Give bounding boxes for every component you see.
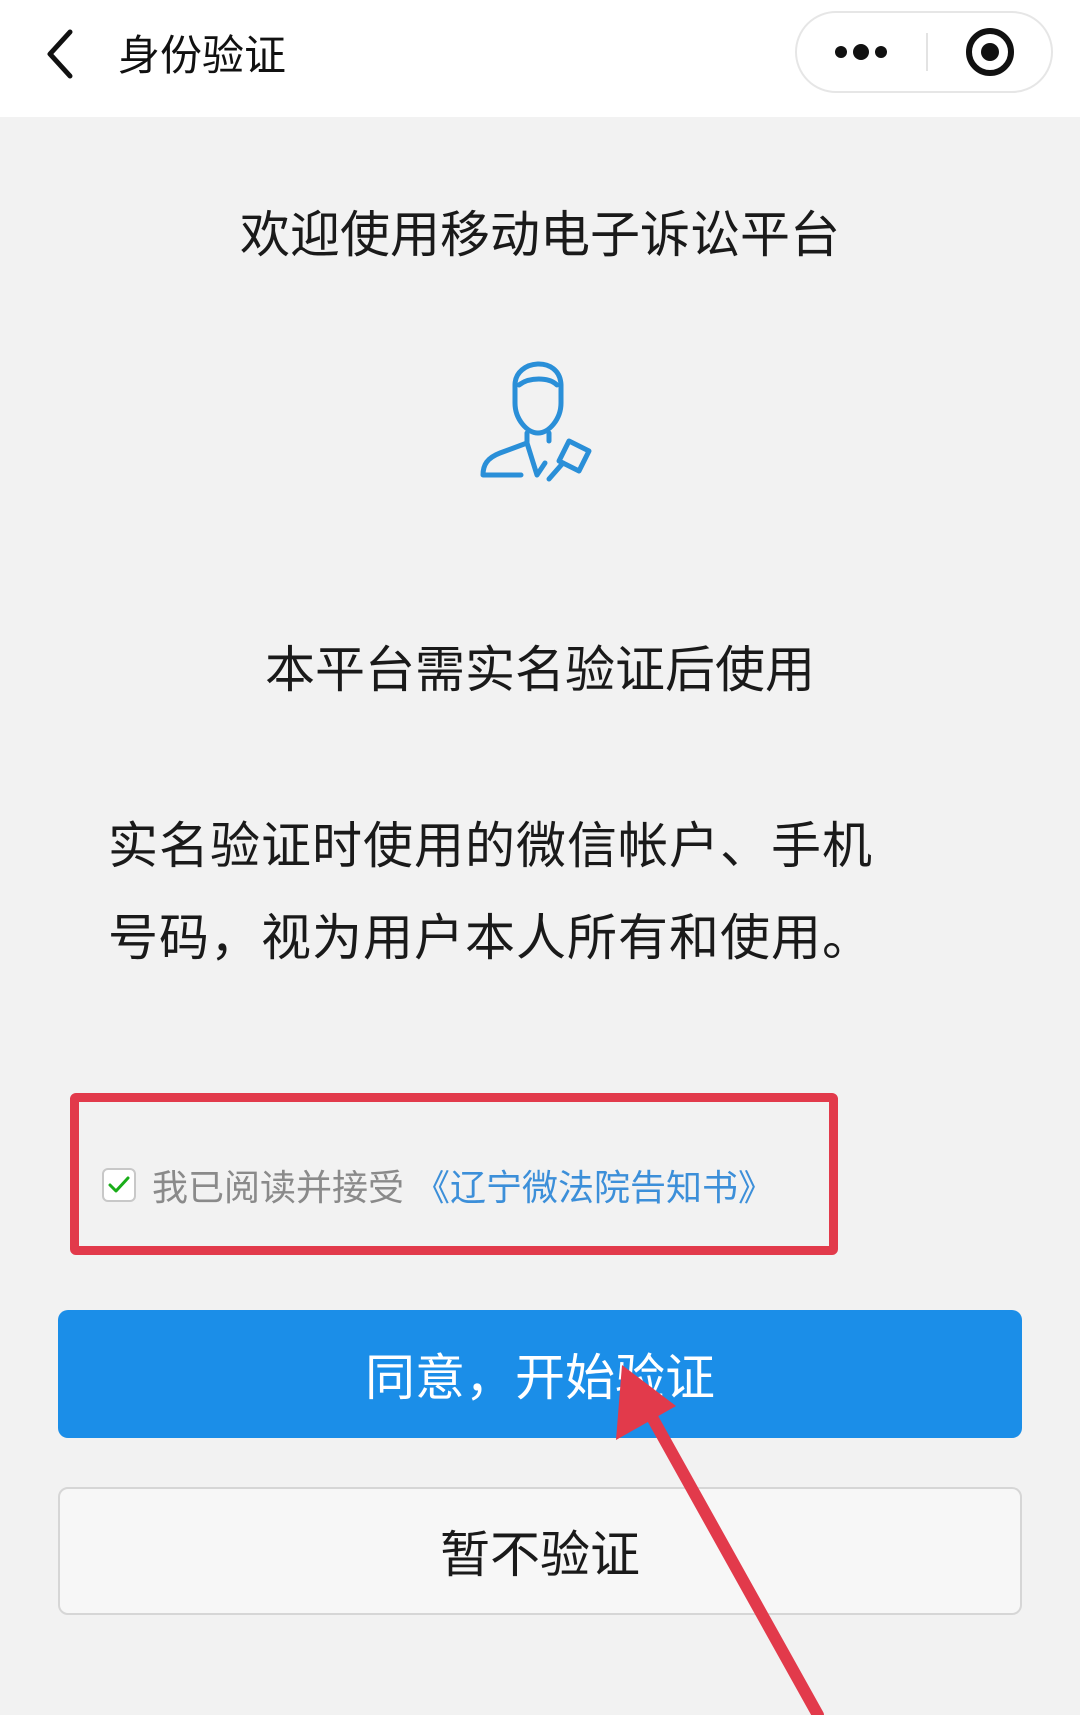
skip-verification-button[interactable]: 暂不验证: [58, 1487, 1022, 1615]
notice-line: 号码，视为用户本人所有和使用。: [108, 909, 873, 967]
agreement-label: 我已阅读并接受: [152, 1168, 405, 1209]
nav-bar: 身份验证: [0, 0, 1080, 117]
close-button[interactable]: [928, 13, 1053, 91]
agreement-link[interactable]: 《辽宁微法院告知书》: [414, 1159, 774, 1211]
checkmark-icon: [108, 1176, 130, 1193]
more-button[interactable]: [797, 13, 925, 91]
more-dots-icon: [835, 44, 887, 60]
agreement-checkbox[interactable]: [102, 1168, 136, 1202]
back-button[interactable]: [30, 18, 110, 98]
record-circle-icon: [966, 28, 1014, 76]
mini-program-capsule: [795, 11, 1053, 93]
agree-start-button[interactable]: 同意，开始验证: [58, 1310, 1022, 1438]
notice-line: 实名验证时使用的微信帐户、手机: [108, 817, 873, 875]
agreement-row: 我已阅读并接受 《辽宁微法院告知书》: [102, 1160, 774, 1210]
chevron-left-icon: [47, 29, 73, 79]
verification-notice: 实名验证时使用的微信帐户、手机 号码，视为用户本人所有和使用。: [108, 800, 988, 984]
verification-requirement: 本平台需实名验证后使用: [265, 641, 815, 699]
page-title: 身份验证: [118, 31, 287, 80]
welcome-heading: 欢迎使用移动电子诉讼平台: [240, 206, 840, 264]
user-gavel-icon: [480, 361, 592, 482]
